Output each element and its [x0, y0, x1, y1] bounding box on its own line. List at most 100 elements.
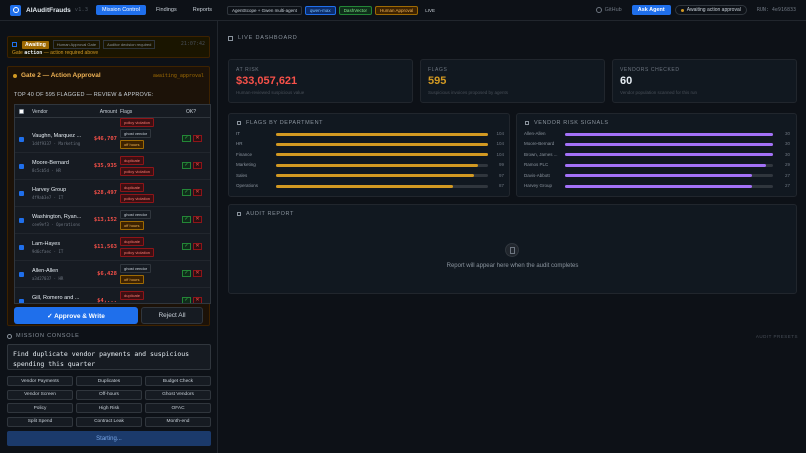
approve-row-button[interactable]: ✓	[182, 297, 191, 303]
approve-row-button[interactable]: ✓	[182, 189, 191, 196]
preset-button[interactable]: Vendor Screen	[7, 389, 73, 400]
chip-agentscope: AgentScope + Gwen multi-agent	[227, 5, 302, 15]
row-checkbox[interactable]	[19, 299, 24, 303]
flag-badge: ghost vendor	[120, 129, 152, 138]
bar-track	[276, 163, 488, 167]
reject-row-button[interactable]: ✕	[193, 216, 202, 223]
row-checkbox[interactable]	[19, 164, 24, 169]
preset-button[interactable]: Off-hours	[76, 389, 142, 400]
preset-button[interactable]: High Risk	[76, 403, 142, 413]
flag-badge: off hours	[120, 140, 144, 149]
chip-human-approval: Human Approval	[374, 5, 419, 15]
amount: $11,563	[93, 244, 117, 250]
row-checkbox[interactable]	[19, 137, 24, 142]
stat-label: VENDORS CHECKED	[620, 67, 680, 73]
nav-mission-control[interactable]: Mission Control	[96, 5, 146, 15]
preset-button[interactable]: Vendor Payments	[7, 376, 73, 386]
bar-label: HR	[236, 141, 243, 147]
preset-button[interactable]: Split Spend	[7, 416, 73, 427]
reject-row-button[interactable]: ✕	[193, 243, 202, 250]
row-checkbox[interactable]	[19, 272, 24, 277]
document-icon	[237, 212, 241, 216]
awaiting-badge: Awaiting	[22, 40, 49, 49]
bar-track	[565, 132, 773, 136]
amount: $13,152	[93, 217, 117, 223]
bar-fill	[276, 153, 488, 157]
bar-value: 104	[496, 141, 504, 147]
select-all-checkbox[interactable]	[19, 109, 24, 114]
row-checkbox[interactable]	[19, 191, 24, 196]
approve-row-button[interactable]: ✓	[182, 162, 191, 169]
amount: $28,497	[93, 190, 117, 196]
flag-badge: duplicate	[120, 183, 145, 192]
approve-row-button[interactable]: ✓	[182, 135, 191, 142]
vendor-id: 1d4f9337	[32, 141, 52, 146]
github-link[interactable]: GitHub	[595, 7, 622, 13]
vendor-meta: cee9ef3 · Operations	[32, 222, 81, 227]
preset-button[interactable]: Month-end	[145, 416, 211, 427]
gate-tag-1: Human Approval Gate	[52, 40, 101, 49]
vendor-name: Allen-Allen	[32, 268, 59, 274]
starting-button[interactable]: Starting...	[7, 431, 211, 446]
vendor-name: Harvey Group	[32, 187, 67, 193]
nav-findings[interactable]: Findings	[150, 5, 183, 15]
reject-all-button[interactable]: Reject All	[141, 307, 203, 324]
run-id: RUN: 4e916833	[756, 7, 796, 13]
bar-value: 30	[784, 141, 790, 147]
dashboard-title: LIVE DASHBOARD	[238, 35, 298, 41]
flag-badge: off hours	[120, 221, 144, 230]
mission-query-input[interactable]: Find duplicate vendor payments and suspi…	[7, 344, 211, 370]
approve-row-button[interactable]: ✓	[182, 270, 191, 277]
amount: $4,...	[97, 298, 117, 304]
bar-track	[565, 153, 773, 157]
audit-card-header: AUDIT REPORT	[237, 211, 294, 217]
vendor-meta: 9d6cfaec · IT	[32, 249, 64, 254]
row-checkbox[interactable]	[19, 218, 24, 223]
chip-vector-db: DashVector	[338, 5, 372, 15]
vendor-dept: HR	[56, 168, 61, 173]
ask-agent-button[interactable]: Ask Agent	[631, 5, 671, 15]
preset-button[interactable]: Budget Check	[145, 376, 211, 386]
bar-track	[276, 132, 488, 136]
amount: $6,428	[97, 271, 117, 277]
bar-value: 27	[784, 172, 790, 178]
flag-badge: duplicate	[120, 156, 145, 165]
preset-button[interactable]: Policy	[7, 403, 73, 413]
row-checkbox[interactable]	[19, 245, 24, 250]
vendor-id: 4f9ab3e7	[32, 195, 52, 200]
col-flags: Flags	[120, 109, 133, 115]
bar-fill	[276, 174, 474, 178]
github-label: GitHub	[604, 7, 622, 13]
preset-button[interactable]: Ghost Vendors	[145, 389, 211, 400]
preset-button[interactable]: Contract Leak	[76, 416, 142, 427]
bar-value: 97	[498, 172, 504, 178]
reject-row-button[interactable]: ✕	[193, 135, 202, 142]
col-vendor: Vendor	[32, 109, 48, 115]
reject-row-button[interactable]: ✕	[193, 270, 202, 277]
chip-model: qwen-max	[304, 5, 336, 15]
reject-row-button[interactable]: ✕	[193, 297, 202, 303]
bar-track	[276, 153, 488, 157]
preset-button[interactable]: OFAC	[145, 403, 211, 413]
bar-fill	[565, 174, 753, 178]
vendor-name: Washington, Ryan...	[32, 214, 82, 220]
stat-vendors-checked: VENDORS CHECKED 60 Vendor population sca…	[612, 59, 797, 103]
vendor-name: Lam-Hayes	[32, 241, 61, 247]
stat-sub: Vendor population scanned for this run	[620, 90, 698, 95]
preset-button[interactable]: Duplicates	[76, 376, 142, 386]
bar-fill	[565, 184, 753, 188]
approve-row-button[interactable]: ✓	[182, 216, 191, 223]
flag-badge: policy violation	[120, 167, 155, 176]
bar-label: Brown, James ...	[524, 151, 558, 157]
approve-row-button[interactable]: ✓	[182, 243, 191, 250]
reject-row-button[interactable]: ✕	[193, 162, 202, 169]
bar-value: 27	[784, 183, 790, 188]
console-icon	[7, 333, 12, 339]
nav-reports[interactable]: Reports	[187, 5, 218, 15]
vendor-name: Gill, Romero and ...	[32, 295, 80, 301]
flagged-table[interactable]: Vendor Amount Flags OK? policy violation…	[14, 104, 211, 304]
awaiting-approval-pill: Awaiting action approval	[674, 5, 747, 15]
stat-sub: Suspicious invoices proposed by agents	[428, 90, 509, 95]
approve-write-button[interactable]: ✓ Approve & Write	[14, 307, 138, 324]
reject-row-button[interactable]: ✕	[193, 189, 202, 196]
